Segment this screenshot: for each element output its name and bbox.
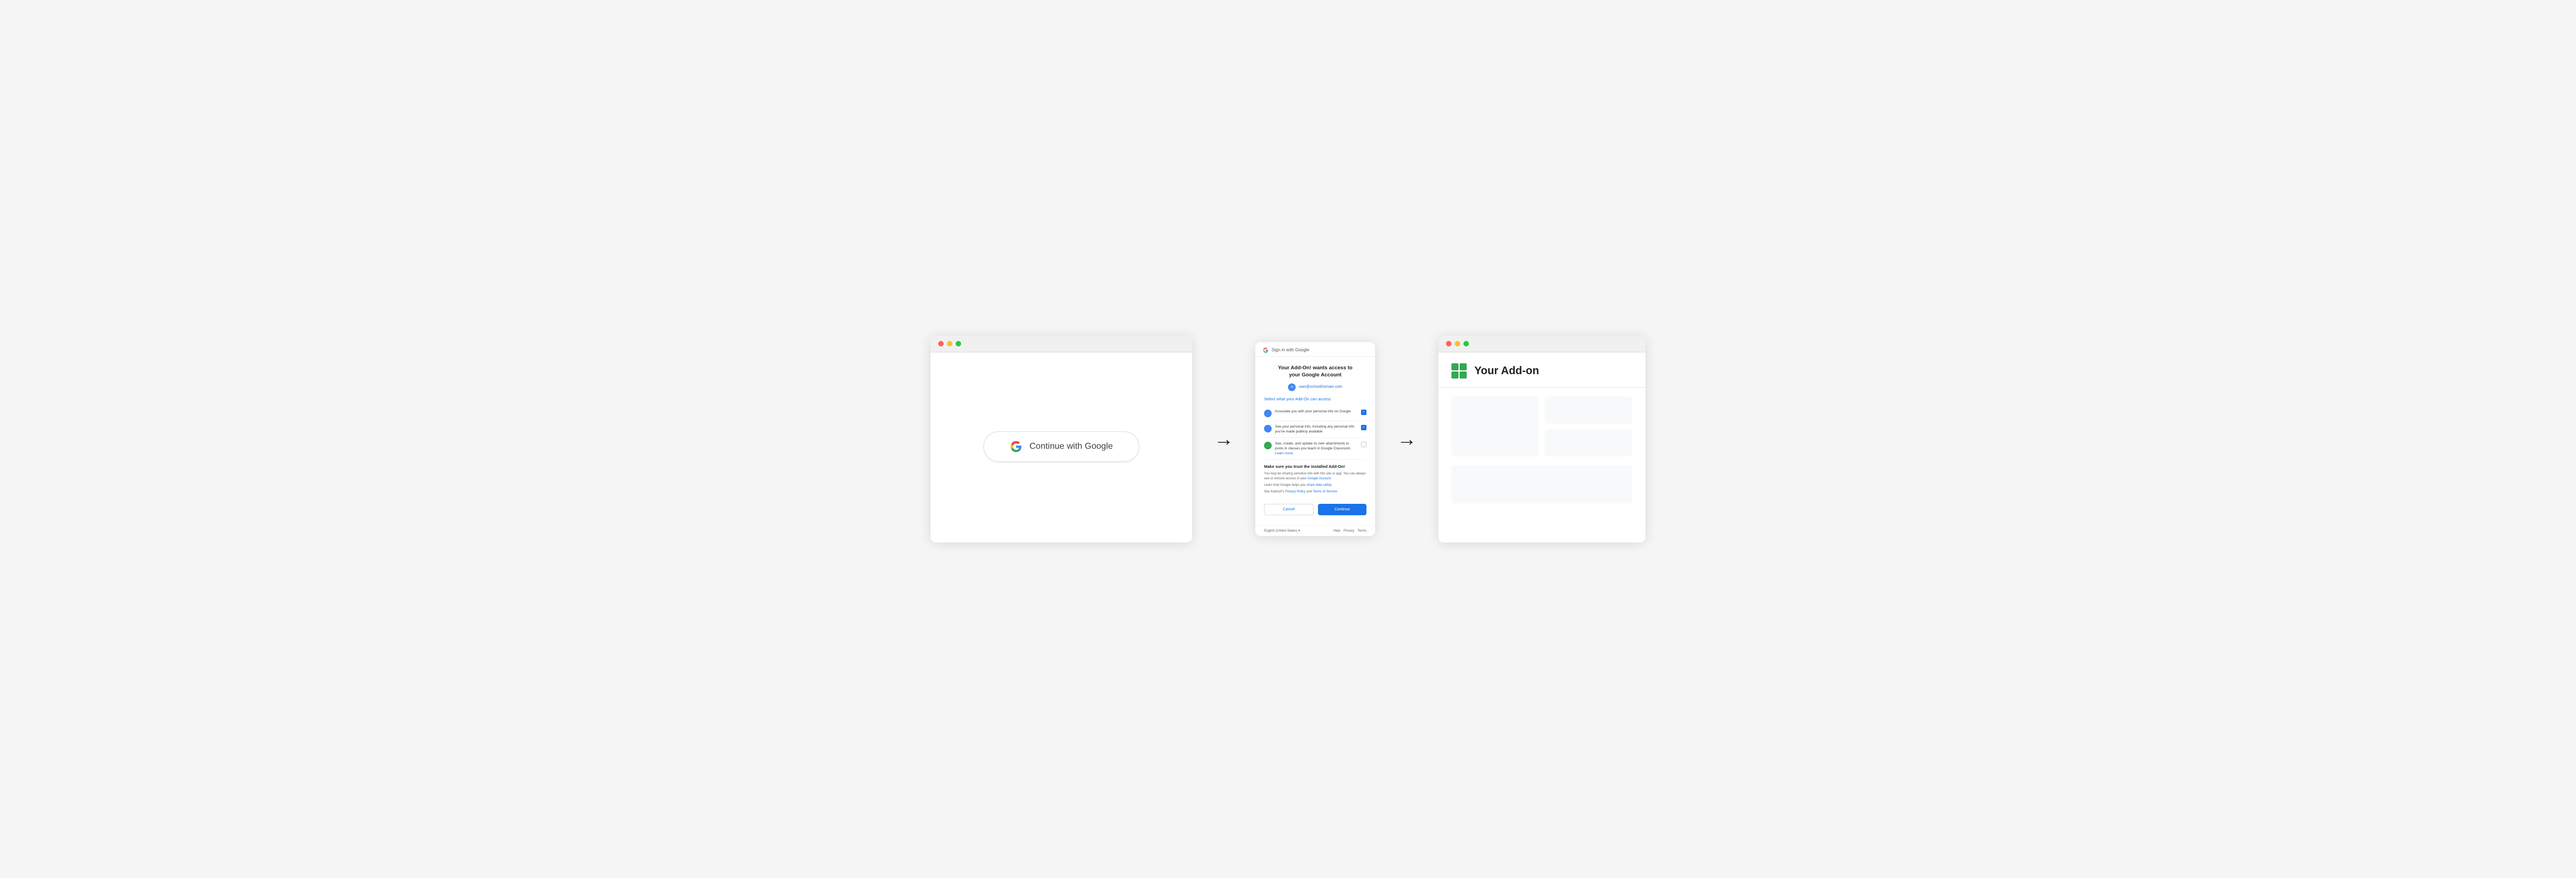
traffic-light-close-3 <box>1446 341 1451 346</box>
account-avatar: u <box>1288 383 1296 391</box>
perm-text-2: See your personal info, including any pe… <box>1275 424 1358 434</box>
oauth-select-label: Select what your Add-On can access <box>1264 397 1366 401</box>
titlebar-3 <box>1438 336 1645 352</box>
addon-card-wide <box>1451 465 1632 503</box>
oauth-dialog: Sign in with Google Your Add-On! wants a… <box>1255 342 1375 536</box>
step1-browser: Continue with Google <box>931 336 1192 542</box>
perm-check-2[interactable] <box>1361 425 1366 430</box>
step1-content: Continue with Google <box>931 352 1192 540</box>
footer-privacy[interactable]: Privacy <box>1344 529 1354 533</box>
oauth-header: Sign in with Google <box>1255 342 1375 357</box>
traffic-light-close <box>938 341 944 346</box>
perm-text-3: See, create, and update its own attachme… <box>1275 441 1358 456</box>
addon-card-1 <box>1451 397 1539 456</box>
step2-browser: Sign in with Google Your Add-On! wants a… <box>1255 342 1375 536</box>
trust-text-3: See Kahoot!'s Privacy Policy and Terms o… <box>1264 490 1366 495</box>
flow-container: Continue with Google → Sign in with Goog… <box>907 336 1669 542</box>
addon-card-3 <box>1545 429 1632 456</box>
addon-title: Your Add-on <box>1474 365 1539 377</box>
logo-sq-1 <box>1451 363 1459 370</box>
oauth-title: Your Add-On! wants access to your Google… <box>1264 364 1366 379</box>
addon-main-content <box>1438 388 1645 540</box>
traffic-light-max <box>956 341 961 346</box>
traffic-light-min-3 <box>1455 341 1460 346</box>
logo-sq-4 <box>1460 371 1467 379</box>
step3-browser: Your Add-on <box>1438 336 1645 542</box>
continue-with-google-label: Continue with Google <box>1030 442 1113 452</box>
footer-language[interactable]: English (United States) ▾ <box>1264 529 1300 533</box>
logo-sq-3 <box>1451 371 1459 379</box>
perm-icon-2 <box>1264 425 1272 432</box>
addon-card-2 <box>1545 397 1632 424</box>
perm-check-1[interactable] <box>1361 410 1366 415</box>
google-icon-small <box>1263 347 1268 353</box>
permission-3: See, create, and update its own attachme… <box>1264 438 1366 460</box>
addon-card-row-1 <box>1451 397 1632 456</box>
perm-icon-1 <box>1264 410 1272 417</box>
perm-icon-3 <box>1264 442 1272 449</box>
footer-links: Help Privacy Terms <box>1334 529 1366 533</box>
google-logo-icon <box>1010 441 1022 453</box>
account-email: user@schoolDomain.com <box>1298 385 1342 389</box>
trust-text-1: You may be sharing sensitive info with t… <box>1264 472 1366 481</box>
trust-text-2: Learn how Google helps you share data sa… <box>1264 483 1366 488</box>
oauth-trust-section: Make sure you trust the installed Add-On… <box>1264 460 1366 499</box>
arrow-1: → <box>1214 428 1234 450</box>
oauth-account-info: u user@schoolDomain.com <box>1264 383 1366 391</box>
traffic-light-min <box>947 341 952 346</box>
continue-button[interactable]: Continue <box>1318 504 1366 515</box>
oauth-header-label: Sign in with Google <box>1272 347 1309 352</box>
perm-check-3[interactable] <box>1361 442 1366 447</box>
perm-text-1: Associate you with your personal info on… <box>1275 409 1358 414</box>
permission-1: Associate you with your personal info on… <box>1264 406 1366 421</box>
oauth-body: Your Add-On! wants access to your Google… <box>1255 357 1375 525</box>
cancel-button[interactable]: Cancel <box>1264 504 1314 515</box>
trust-title: Make sure you trust the installed Add-On… <box>1264 464 1366 469</box>
traffic-light-max-3 <box>1463 341 1469 346</box>
arrow-2: → <box>1397 428 1417 450</box>
titlebar-1 <box>931 336 1192 352</box>
step3-content: Your Add-on <box>1438 352 1645 540</box>
oauth-actions: Cancel Continue <box>1264 499 1366 517</box>
footer-terms[interactable]: Terms <box>1358 529 1366 533</box>
logo-sq-2 <box>1460 363 1467 370</box>
permission-2: See your personal info, including any pe… <box>1264 421 1366 438</box>
oauth-footer: English (United States) ▾ Help Privacy T… <box>1255 525 1375 536</box>
footer-help[interactable]: Help <box>1334 529 1340 533</box>
continue-with-google-button[interactable]: Continue with Google <box>983 431 1140 462</box>
addon-header: Your Add-on <box>1438 352 1645 388</box>
addon-logo-icon <box>1451 363 1467 379</box>
